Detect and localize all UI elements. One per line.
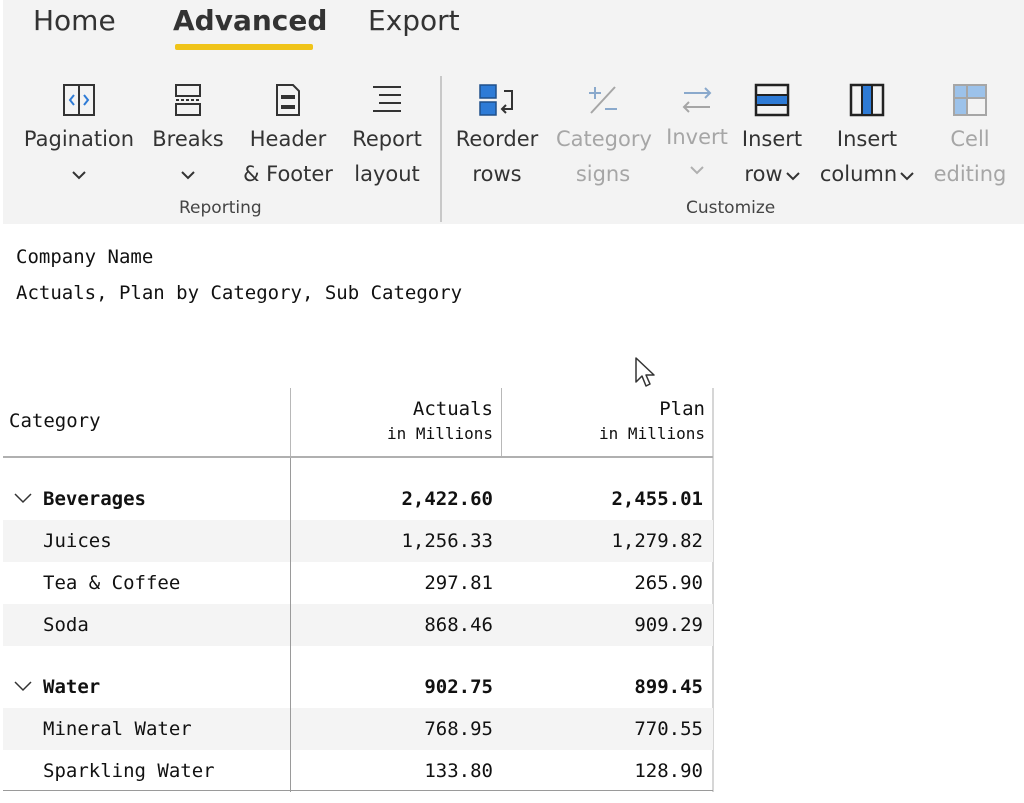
actuals-header-label: Actuals <box>412 398 493 420</box>
actuals-value: 868.46 <box>424 614 493 636</box>
ribbon-group-divider <box>440 76 442 222</box>
reorder-rows-icon <box>453 78 541 122</box>
reorder-rows-label-1: Reorder <box>455 127 539 151</box>
cell-editing-button[interactable]: Cell editing <box>929 78 1011 192</box>
group-name: Beverages <box>43 488 146 510</box>
column-header-plan[interactable]: Plan in Millions <box>515 398 705 443</box>
chevron-down-icon <box>663 152 731 187</box>
invert-button[interactable]: Invert <box>663 78 731 187</box>
category-signs-label-1: Category <box>556 127 652 151</box>
report-table: Category Actuals in Millions Plan in Mil… <box>3 388 714 792</box>
pagination-button[interactable]: Pagination <box>23 78 135 192</box>
plan-value: 909.29 <box>634 614 703 636</box>
actuals-value: 902.75 <box>424 676 493 698</box>
insert-column-label-1: Insert <box>836 127 898 151</box>
reorder-rows-button[interactable]: Reorder rows <box>453 78 541 192</box>
table-row[interactable]: Juices 1,256.33 1,279.82 <box>3 520 713 562</box>
column-divider <box>290 458 291 792</box>
plan-value: 265.90 <box>634 572 703 594</box>
reporting-group-label: Reporting <box>179 198 262 218</box>
plan-value: 128.90 <box>634 760 703 782</box>
insert-column-icon <box>815 78 919 122</box>
plan-value: 770.55 <box>634 718 703 740</box>
invert-label: Invert <box>666 125 728 149</box>
breaks-icon <box>150 78 226 122</box>
report-layout-icon <box>349 78 425 122</box>
report-title: Company Name <box>16 246 154 268</box>
tab-export[interactable]: Export <box>368 4 460 37</box>
breaks-button[interactable]: Breaks <box>150 78 226 192</box>
header-footer-label-1: Header <box>249 127 327 151</box>
cell-editing-label-2: editing <box>933 162 1007 186</box>
category-signs-label-2: signs <box>575 162 631 186</box>
report-subtitle: Actuals, Plan by Category, Sub Category <box>16 282 463 304</box>
insert-column-label-2: column <box>819 162 898 186</box>
category-signs-button[interactable]: Category signs <box>556 78 652 192</box>
header-footer-button[interactable]: Header & Footer <box>236 78 340 192</box>
plan-value: 1,279.82 <box>611 530 703 552</box>
ribbon: Home Advanced Export Pagination Breaks H… <box>3 0 1024 224</box>
table-row[interactable]: Sparkling Water 133.80 128.90 <box>3 750 713 792</box>
active-tab-indicator <box>175 44 313 50</box>
chevron-down-icon <box>900 172 914 181</box>
header-divider <box>3 456 713 458</box>
cell-editing-label-1: Cell <box>950 127 990 151</box>
row-name: Mineral Water <box>43 718 192 740</box>
pagination-label: Pagination <box>23 127 135 151</box>
table-row-group[interactable]: Water 902.75 899.45 <box>3 666 713 708</box>
column-header-category[interactable]: Category <box>9 410 101 432</box>
actuals-value: 297.81 <box>424 572 493 594</box>
chevron-down-icon <box>23 157 135 192</box>
table-header: Category Actuals in Millions Plan in Mil… <box>3 388 713 458</box>
column-divider <box>290 388 291 458</box>
row-name: Tea & Coffee <box>43 572 181 594</box>
column-header-actuals[interactable]: Actuals in Millions <box>303 398 493 443</box>
actuals-value: 2,422.60 <box>401 488 493 510</box>
cell-editing-icon <box>929 78 1011 122</box>
customize-group-label: Customize <box>686 198 776 218</box>
tab-advanced[interactable]: Advanced <box>173 4 327 37</box>
actuals-value: 133.80 <box>424 760 493 782</box>
group-name: Water <box>43 676 101 698</box>
insert-row-label-2-wrap: row <box>737 157 807 192</box>
table-bottom-border <box>3 790 713 791</box>
insert-row-button[interactable]: Insert row <box>737 78 807 192</box>
chevron-down-icon <box>150 157 226 192</box>
header-footer-icon <box>236 78 340 122</box>
actuals-unit-label: in Millions <box>387 424 493 443</box>
column-divider <box>501 388 502 458</box>
report-layout-button[interactable]: Report layout <box>349 78 425 192</box>
row-name: Juices <box>43 530 112 552</box>
plan-value: 899.45 <box>634 676 703 698</box>
table-row[interactable]: Mineral Water 768.95 770.55 <box>3 708 713 750</box>
report-layout-label-2: layout <box>354 162 420 186</box>
breaks-label: Breaks <box>152 127 224 151</box>
insert-column-label-2-wrap: column <box>815 157 919 192</box>
actuals-value: 768.95 <box>424 718 493 740</box>
reorder-rows-label-2: rows <box>472 162 522 186</box>
chevron-down-icon <box>785 172 800 181</box>
plus-minus-icon <box>556 78 650 122</box>
plan-unit-label: in Millions <box>599 424 705 443</box>
insert-row-label-2: row <box>744 162 783 186</box>
insert-row-icon <box>737 78 807 122</box>
invert-arrows-icon <box>663 78 731 122</box>
row-name: Soda <box>43 614 89 636</box>
report-layout-label-1: Report <box>352 127 422 151</box>
plan-header-label: Plan <box>659 398 705 420</box>
pagination-icon <box>23 78 135 122</box>
insert-row-label-1: Insert <box>741 127 803 151</box>
table-row[interactable]: Tea & Coffee 297.81 265.90 <box>3 562 713 604</box>
table-row-group[interactable]: Beverages 2,422.60 2,455.01 <box>3 478 713 520</box>
actuals-value: 1,256.33 <box>401 530 493 552</box>
tab-home[interactable]: Home <box>33 4 116 37</box>
header-footer-label-2: & Footer <box>243 162 333 186</box>
plan-value: 2,455.01 <box>611 488 703 510</box>
table-row[interactable]: Soda 868.46 909.29 <box>3 604 713 646</box>
insert-column-button[interactable]: Insert column <box>815 78 919 192</box>
row-name: Sparkling Water <box>43 760 215 782</box>
